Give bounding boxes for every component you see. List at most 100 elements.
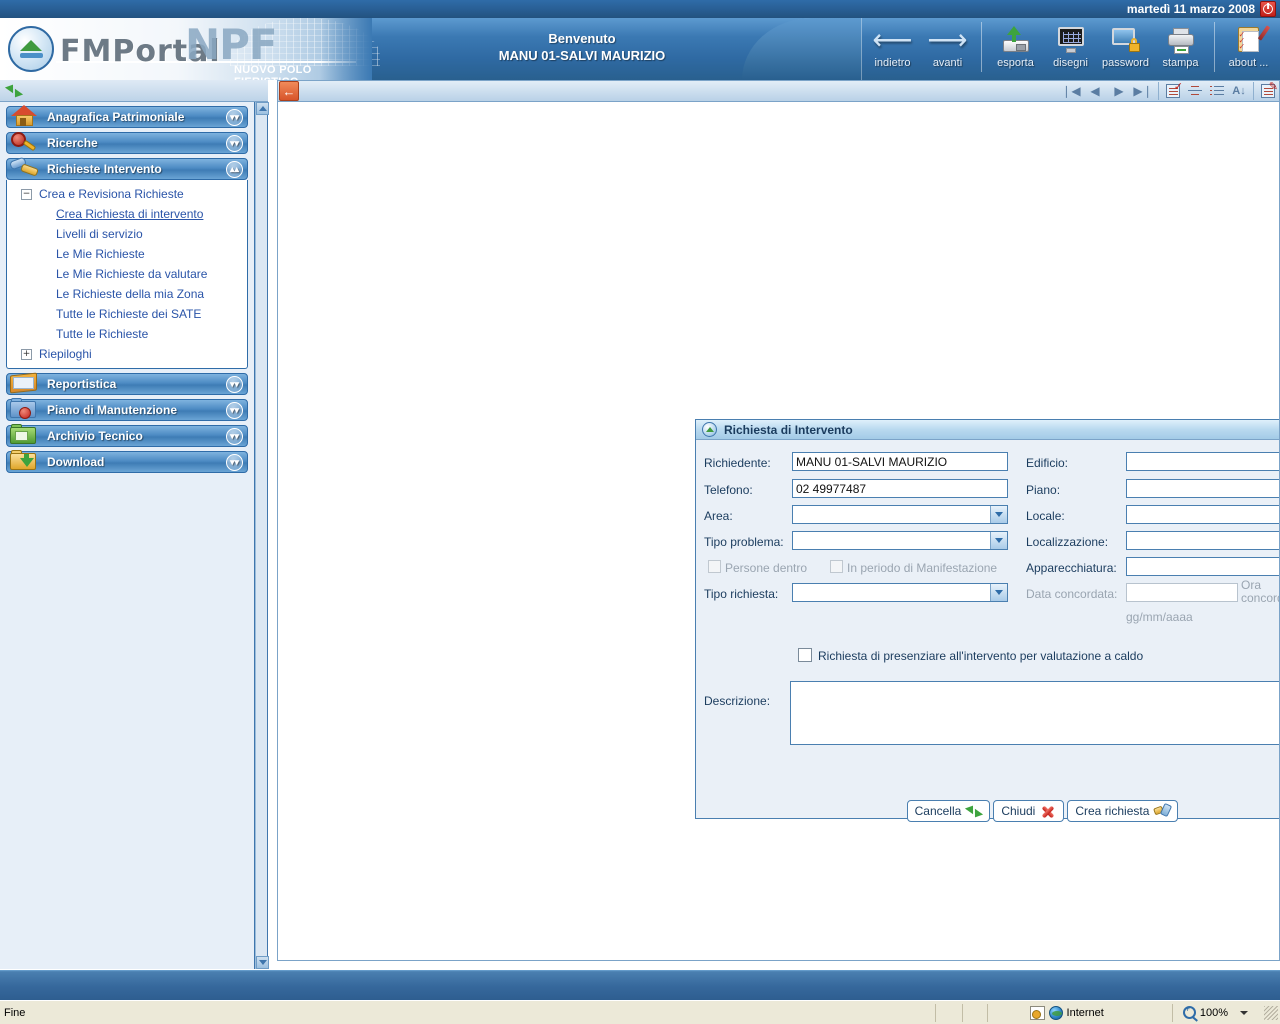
chevron-down-icon[interactable]: ▾▾: [226, 109, 243, 126]
content-back-button[interactable]: ←: [279, 81, 299, 101]
panel-logo-icon: [702, 422, 717, 437]
main-content: ← ❘◀ ◀ ▶ ▶❘ ✓ A↓ ✎ Richiesta di Interven…: [269, 80, 1280, 969]
chevron-down-icon[interactable]: ▾▾: [226, 428, 243, 445]
zoom-magnifier-icon: [1182, 1004, 1196, 1019]
sidebar-item-ricerche[interactable]: Ricerche ▾▾: [6, 132, 248, 154]
presenziare-checkbox[interactable]: [798, 648, 812, 662]
chiudi-button[interactable]: Chiudi: [993, 800, 1065, 822]
toolbar-print-button[interactable]: stampa: [1153, 20, 1208, 76]
list-item[interactable]: Le Mie Richieste da valutare: [7, 264, 247, 284]
sidebar-link-tutte-le-richieste[interactable]: Tutte le Richieste: [56, 327, 148, 341]
area-label: Area:: [704, 509, 733, 523]
expand-toggle-icon[interactable]: +: [21, 348, 32, 360]
refresh-icon[interactable]: [4, 81, 24, 101]
toolbar-about-button[interactable]: ✓ ✓ ✓ about ...: [1221, 20, 1276, 76]
chevron-down-icon[interactable]: [990, 532, 1007, 549]
tree-group-crea-revisiona[interactable]: − Crea e Revisiona Richieste: [7, 184, 247, 204]
chevron-down-icon[interactable]: ▾▾: [226, 402, 243, 419]
persone-dentro-checkbox[interactable]: [708, 560, 721, 573]
resize-grip[interactable]: [1264, 1005, 1278, 1020]
chevron-down-icon[interactable]: [990, 584, 1007, 601]
locale-select[interactable]: [1126, 505, 1279, 524]
richiedente-input[interactable]: [792, 452, 1008, 471]
download-folder-icon: [10, 450, 40, 474]
list-item[interactable]: Livelli di servizio: [7, 224, 247, 244]
list-item[interactable]: Tutte le Richieste dei SATE: [7, 304, 247, 324]
richiesta-intervento-panel: Richiesta di Intervento ▲▲ Richiedente: …: [695, 419, 1279, 822]
sidebar-link-mie-richieste-valutare[interactable]: Le Mie Richieste da valutare: [56, 267, 207, 281]
sidebar-link-richieste-mia-zona[interactable]: Le Richieste della mia Zona: [56, 287, 204, 301]
area-select[interactable]: [792, 505, 1008, 524]
localizzazione-input[interactable]: [1126, 531, 1279, 550]
sidebar-section-anagrafica: Anagrafica Patrimoniale ▾▾: [6, 105, 248, 128]
list-item[interactable]: Le Mie Richieste: [7, 244, 247, 264]
toolbar-password-label: password: [1101, 57, 1150, 69]
zoom-control[interactable]: 100%: [1171, 1003, 1258, 1022]
toolbar-drawings-button[interactable]: disegni: [1043, 20, 1098, 76]
sidebar-section-reportistica: Reportistica ▾▾: [6, 372, 248, 395]
power-icon[interactable]: [1260, 1, 1276, 17]
sidebar-item-download[interactable]: Download ▾▾: [6, 450, 248, 474]
last-record-icon[interactable]: ▶❘: [1131, 81, 1155, 101]
scroll-down-button[interactable]: [256, 956, 269, 969]
scroll-up-button[interactable]: [256, 102, 269, 115]
create-request-icon: [1153, 802, 1173, 819]
logo-accent-text: NPF: [185, 20, 278, 69]
select-all-icon[interactable]: ✓: [1162, 81, 1184, 101]
refresh-green-icon: [965, 802, 984, 821]
sidebar-label-archivio: Archivio Tecnico: [47, 429, 143, 443]
sidebar-link-livelli-servizio[interactable]: Livelli di servizio: [56, 227, 143, 241]
list-item[interactable]: Crea Richiesta di intervento: [7, 204, 247, 224]
toolbar-password-button[interactable]: password: [1098, 20, 1153, 76]
toolbar-forward-button[interactable]: ⟶ avanti: [920, 20, 975, 76]
next-record-icon[interactable]: ▶: [1107, 81, 1131, 101]
sidebar-label-ricerche: Ricerche: [47, 136, 98, 150]
welcome-text: Benvenuto MANU 01-SALVI MAURIZIO: [372, 30, 792, 64]
group-rows-icon[interactable]: [1184, 81, 1206, 101]
chevron-down-icon[interactable]: ▾▾: [226, 376, 243, 393]
tree-group-riepiloghi[interactable]: + Riepiloghi: [7, 344, 247, 364]
sidebar-item-piano-manutenzione[interactable]: Piano di Manutenzione ▾▾: [6, 398, 248, 421]
chevron-up-icon[interactable]: ▴▴: [226, 161, 243, 178]
list-view-icon[interactable]: [1206, 81, 1228, 101]
chevron-down-icon[interactable]: ▾▾: [226, 135, 243, 152]
toolbar-export-button[interactable]: esporta: [988, 20, 1043, 76]
chevron-down-icon[interactable]: [990, 506, 1007, 523]
toolbar-divider-2: [1214, 22, 1215, 72]
list-item[interactable]: Tutte le Richieste: [7, 324, 247, 344]
collapse-toggle-icon[interactable]: −: [21, 188, 32, 200]
sidebar-toolbar: [0, 80, 268, 102]
sort-az-icon[interactable]: A↓: [1228, 81, 1250, 101]
telefono-input[interactable]: [792, 479, 1008, 498]
toolbar-back-button[interactable]: ⟵ indietro: [865, 20, 920, 76]
sidebar-item-reportistica[interactable]: Reportistica ▾▾: [6, 372, 248, 395]
drawings-monitor-icon: [1056, 26, 1086, 54]
sidebar-item-richieste-intervento[interactable]: Richieste Intervento ▴▴: [6, 156, 248, 180]
sidebar-link-le-mie-richieste[interactable]: Le Mie Richieste: [56, 247, 145, 261]
tipo-richiesta-select[interactable]: [792, 583, 1008, 602]
security-zone[interactable]: Internet: [1022, 1005, 1112, 1020]
dropdown-caret-icon[interactable]: [1240, 1010, 1248, 1015]
descrizione-textarea[interactable]: [790, 681, 1279, 745]
piano-select[interactable]: [1126, 479, 1279, 498]
tree-group-label: Riepiloghi: [39, 347, 92, 361]
tipo-problema-select[interactable]: [792, 531, 1008, 550]
sidebar-scrollbar[interactable]: [255, 102, 269, 969]
first-record-icon[interactable]: ❘◀: [1059, 81, 1083, 101]
sidebar-item-anagrafica-patrimoniale[interactable]: Anagrafica Patrimoniale ▾▾: [6, 105, 248, 128]
previous-record-icon[interactable]: ◀: [1083, 81, 1107, 101]
edificio-select[interactable]: [1126, 452, 1279, 471]
sidebar-item-archivio-tecnico[interactable]: Archivio Tecnico ▾▾: [6, 424, 248, 447]
sidebar-link-crea-richiesta[interactable]: Crea Richiesta di intervento: [56, 207, 203, 221]
chevron-down-icon[interactable]: ▾▾: [226, 454, 243, 471]
security-zone-icon: [1029, 1005, 1045, 1020]
manifestazione-checkbox[interactable]: [830, 560, 843, 573]
list-item[interactable]: Le Richieste della mia Zona: [7, 284, 247, 304]
sidebar-label-reportistica: Reportistica: [47, 377, 117, 391]
apparecchiatura-input[interactable]: [1126, 557, 1279, 576]
cancella-button[interactable]: Cancella: [906, 800, 991, 822]
crea-richiesta-button[interactable]: Crea richiesta: [1067, 800, 1179, 822]
data-concordata-input[interactable]: [1126, 583, 1238, 602]
sidebar-link-richieste-sate[interactable]: Tutte le Richieste dei SATE: [56, 307, 201, 321]
edit-grid-icon[interactable]: ✎: [1257, 81, 1279, 101]
